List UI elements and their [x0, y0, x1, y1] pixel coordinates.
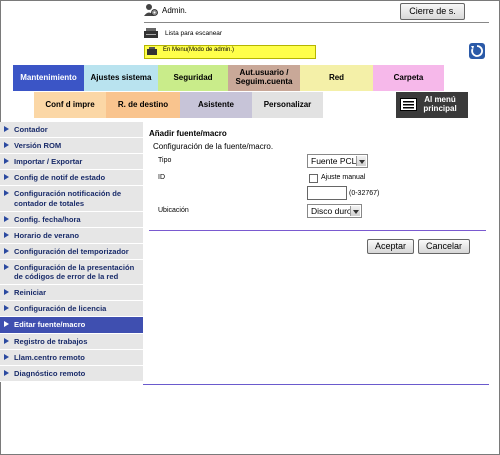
sidebar-item-licencia[interactable]: Configuración de licencia [0, 301, 143, 318]
location-label: Ubicación [158, 207, 189, 214]
id-range-hint: (0-32767) [349, 190, 380, 197]
sidebar-item-label: Configuración de la presentación de códi… [14, 262, 135, 282]
sidebar-item-label: Reiniciar [14, 288, 47, 298]
user-label: Admin. [162, 6, 187, 15]
sidebar-item-label: Configuración notificación de contador d… [14, 189, 122, 208]
location-select[interactable]: Disco duro [307, 204, 362, 218]
type-label: Tipo [158, 157, 172, 164]
sidebar-item-label: Registro de trabajos [14, 336, 88, 346]
arrow-right-icon [4, 190, 9, 197]
page-title: Añadir fuente/macro [149, 129, 227, 138]
machine-icon [147, 47, 157, 55]
admin-user-icon [144, 4, 158, 16]
tab-label: Personalizar [263, 99, 312, 109]
tab-conf-impre[interactable]: Conf d impre [34, 92, 106, 118]
refresh-icon [471, 45, 483, 57]
sidebar-item-horario-verano[interactable]: Horario de verano [0, 227, 143, 244]
tab-carpeta[interactable]: Carpeta [373, 65, 444, 91]
arrow-right-icon [4, 353, 9, 360]
menu-icon [400, 98, 417, 111]
sidebar-item-diagnostico-remoto[interactable]: Diagnóstico remoto [0, 365, 143, 382]
tab-label: Ajustes sistema [90, 72, 152, 82]
type-select[interactable]: Fuente PCL [307, 154, 368, 168]
form-divider [149, 230, 486, 231]
tab-label: Red [328, 72, 345, 82]
tab-mantenimiento[interactable]: Mantenimiento [13, 65, 84, 91]
sidebar-item-notif-estado[interactable]: Config de notif de estado [0, 170, 143, 187]
arrow-right-icon [4, 142, 9, 149]
location-select-value: Disco duro [311, 206, 352, 216]
sidebar-item-label: Config de notif de estado [14, 173, 106, 183]
tab-label: Conf d impre [45, 99, 95, 109]
content-bottom-divider [143, 384, 489, 385]
manual-setting-checkbox[interactable] [309, 174, 318, 183]
manual-setting-label: Ajuste manual [321, 174, 366, 181]
arrow-right-icon [4, 305, 9, 312]
chevron-down-icon [350, 206, 360, 216]
logout-button[interactable]: Cierre de s. [400, 3, 465, 20]
arrow-right-icon [4, 158, 9, 165]
sidebar-item-notif-contador[interactable]: Configuración notificación de contador d… [0, 186, 143, 212]
tab-r-destino[interactable]: R. de destino [106, 92, 180, 118]
main-menu-label: Al menú principal [423, 95, 457, 113]
tab-ajustes-sistema[interactable]: Ajustes sistema [84, 65, 158, 91]
sidebar-item-contador[interactable]: Contador [0, 122, 143, 139]
tab-label: Mantenimiento [20, 72, 77, 82]
sidebar-item-temporizador[interactable]: Configuración del temporizador [0, 243, 143, 260]
tab-label: Aut.usuario / Seguim.cuenta [235, 68, 293, 86]
page-subtitle: Configuración de la fuente/macro. [153, 142, 274, 151]
sidebar-item-version-rom[interactable]: Versión ROM [0, 138, 143, 155]
id-label: ID [158, 174, 165, 181]
id-input[interactable] [307, 186, 347, 200]
header-divider [144, 22, 489, 23]
arrow-right-icon [4, 321, 9, 328]
arrow-right-icon [4, 263, 9, 270]
sidebar-item-label: Llam.centro remoto [14, 352, 85, 362]
sidebar-item-importar-exportar[interactable]: Importar / Exportar [0, 154, 143, 171]
accept-button[interactable]: Aceptar [367, 239, 414, 254]
tab-label: Carpeta [393, 72, 424, 82]
arrow-right-icon [4, 174, 9, 181]
arrow-right-icon [4, 126, 9, 132]
sidebar-item-label: Contador [14, 125, 48, 134]
tab-label: R. de destino [117, 99, 169, 109]
arrow-right-icon [4, 215, 9, 222]
tab-asistente[interactable]: Asistente [180, 92, 252, 118]
sidebar: Contador Versión ROM Importar / Exportar… [0, 122, 143, 382]
scanner-icon [144, 28, 158, 38]
tab-label: Asistente [197, 99, 234, 109]
arrow-right-icon [4, 369, 9, 376]
main-menu-button[interactable]: Al menú principal [396, 92, 468, 118]
arrow-right-icon [4, 289, 9, 296]
sidebar-item-llam-centro-remoto[interactable]: Llam.centro remoto [0, 349, 143, 366]
type-select-value: Fuente PCL [311, 156, 357, 166]
tab-personalizar[interactable]: Personalizar [252, 92, 323, 118]
sidebar-item-label: Config. fecha/hora [14, 214, 81, 224]
sidebar-item-label: Versión ROM [14, 141, 62, 151]
cancel-button[interactable]: Cancelar [418, 239, 470, 254]
sidebar-item-editar-fuente-macro[interactable]: Editar fuente/macro [0, 317, 143, 334]
sidebar-item-registro-trabajos[interactable]: Registro de trabajos [0, 333, 143, 350]
arrow-right-icon [4, 231, 9, 238]
mode-status: En Menu(Modo de admin.) [163, 47, 235, 53]
sidebar-item-label: Editar fuente/macro [14, 320, 86, 330]
chevron-down-icon [356, 156, 366, 166]
sidebar-item-label: Configuración de licencia [14, 304, 107, 314]
tab-label: Seguridad [173, 72, 213, 82]
sidebar-item-codigos-error[interactable]: Configuración de la presentación de códi… [0, 259, 143, 286]
sidebar-item-label: Diagnóstico remoto [14, 368, 86, 378]
tab-seguridad[interactable]: Seguridad [158, 65, 228, 91]
scan-status: Lista para escanear [165, 30, 223, 37]
arrow-right-icon [4, 337, 9, 344]
refresh-button[interactable] [469, 43, 485, 59]
sidebar-item-label: Importar / Exportar [14, 157, 83, 167]
sidebar-item-fecha-hora[interactable]: Config. fecha/hora [0, 211, 143, 228]
arrow-right-icon [4, 247, 9, 254]
sidebar-item-label: Configuración del temporizador [14, 246, 129, 256]
sidebar-item-label: Horario de verano [14, 230, 79, 240]
sidebar-item-reiniciar[interactable]: Reiniciar [0, 285, 143, 302]
tab-red[interactable]: Red [300, 65, 373, 91]
tab-aut-usuario[interactable]: Aut.usuario / Seguim.cuenta [228, 65, 300, 91]
